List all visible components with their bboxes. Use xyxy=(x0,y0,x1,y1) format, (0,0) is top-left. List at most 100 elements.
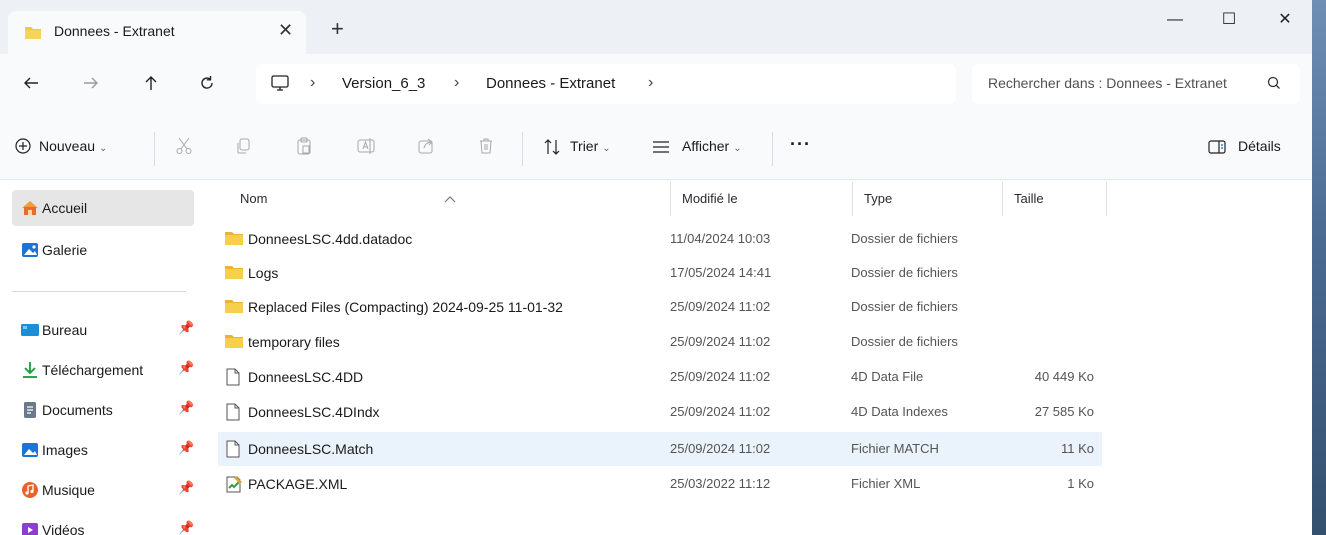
new-tab-button[interactable]: + xyxy=(331,18,344,40)
file-type: Dossier de fichiers xyxy=(851,265,958,280)
table-row[interactable]: DonneesLSC.4DD 25/09/2024 11:02 4D Data … xyxy=(218,360,1102,394)
column-header-size[interactable]: Taille xyxy=(1014,191,1044,206)
breadcrumb-separator: › xyxy=(310,74,316,91)
title-bar: Donnees - Extranet ✕ + — ☐ ✕ xyxy=(0,0,1312,54)
share-icon[interactable] xyxy=(416,136,436,159)
download-icon xyxy=(20,361,40,382)
toolbar-divider xyxy=(522,132,523,166)
pin-icon[interactable]: 📌 xyxy=(178,440,194,456)
file-size: 11 Ko xyxy=(1060,441,1094,456)
desktop-background xyxy=(1312,0,1326,535)
column-divider[interactable] xyxy=(670,182,671,216)
details-button[interactable]: Détails xyxy=(1238,138,1281,154)
file-list: Nom Modifié le Type Taille DonneesLSC.4d… xyxy=(206,180,1312,535)
column-header-type[interactable]: Type xyxy=(864,191,892,206)
search-icon[interactable] xyxy=(1266,74,1282,95)
file-name: Replaced Files (Compacting) 2024-09-25 1… xyxy=(248,299,563,315)
tab-title: Donnees - Extranet xyxy=(54,23,175,39)
up-arrow-icon[interactable] xyxy=(142,74,160,96)
sidebar-item-musique[interactable]: Musique 📌 xyxy=(12,472,194,508)
pin-icon[interactable]: 📌 xyxy=(178,480,194,496)
table-row[interactable]: DonneesLSC.4dd.datadoc 11/04/2024 10:03 … xyxy=(218,222,1102,256)
table-row[interactable]: PACKAGE.XML 25/03/2022 11:12 Fichier XML… xyxy=(218,467,1102,501)
more-options-button[interactable]: ··· xyxy=(790,134,811,155)
folder-icon xyxy=(224,298,244,317)
address-row: › Version_6_3 › Donnees - Extranet › Rec… xyxy=(0,54,1312,118)
file-name: PACKAGE.XML xyxy=(248,476,348,492)
file-modified: 11/04/2024 10:03 xyxy=(670,231,771,246)
images-icon xyxy=(20,441,40,462)
rename-icon[interactable] xyxy=(356,136,376,159)
column-header-modified[interactable]: Modifié le xyxy=(682,191,738,206)
file-modified: 17/05/2024 14:41 xyxy=(670,265,772,280)
maximize-button[interactable]: ☐ xyxy=(1206,4,1252,36)
sidebar-item-videos[interactable]: Vidéos 📌 xyxy=(12,512,194,535)
breadcrumb-item-donnees[interactable]: Donnees - Extranet xyxy=(486,75,615,92)
computer-icon[interactable] xyxy=(270,74,290,96)
new-plus-icon[interactable] xyxy=(14,137,32,158)
sidebar-item-telechargement[interactable]: Téléchargement 📌 xyxy=(12,352,194,388)
column-divider[interactable] xyxy=(852,182,853,216)
file-modified: 25/09/2024 11:02 xyxy=(670,404,771,419)
close-button[interactable]: ✕ xyxy=(1262,4,1308,36)
pin-icon[interactable]: 📌 xyxy=(178,400,194,416)
navigation-pane: Accueil Galerie Bureau 📌 Téléchargement … xyxy=(0,180,206,535)
back-arrow-icon[interactable] xyxy=(22,74,40,96)
pin-icon[interactable]: 📌 xyxy=(178,520,194,535)
sidebar-item-label: Galerie xyxy=(42,242,88,258)
forward-arrow-icon[interactable] xyxy=(82,74,100,96)
sidebar-item-documents[interactable]: Documents 📌 xyxy=(12,392,194,428)
sidebar-item-accueil[interactable]: Accueil xyxy=(12,190,194,226)
sidebar-item-label: Téléchargement xyxy=(42,362,144,378)
file-size: 40 449 Ko xyxy=(1034,369,1094,384)
sidebar-item-label: Vidéos xyxy=(42,522,85,535)
tab-donnees-extranet[interactable]: Donnees - Extranet ✕ xyxy=(8,11,306,54)
new-label: Nouveau xyxy=(39,138,96,154)
table-row[interactable]: DonneesLSC.4DIndx 25/09/2024 11:02 4D Da… xyxy=(218,395,1102,429)
table-row[interactable]: Replaced Files (Compacting) 2024-09-25 1… xyxy=(218,290,1102,324)
file-modified: 25/09/2024 11:02 xyxy=(670,441,771,456)
toolbar-divider xyxy=(154,132,155,166)
sort-button[interactable]: Trier ⌄ xyxy=(570,138,611,154)
table-row[interactable]: temporary files 25/09/2024 11:02 Dossier… xyxy=(218,325,1102,359)
new-button[interactable]: Nouveau ⌄ xyxy=(39,138,107,154)
folder-icon xyxy=(224,230,244,249)
column-header-row: Nom Modifié le Type Taille xyxy=(206,180,1312,220)
file-icon xyxy=(224,403,242,424)
column-divider[interactable] xyxy=(1106,182,1107,216)
paste-icon[interactable] xyxy=(294,136,314,159)
view-button[interactable]: Afficher ⌄ xyxy=(682,138,742,154)
delete-icon[interactable] xyxy=(476,136,496,159)
cut-icon[interactable] xyxy=(174,136,194,159)
copy-icon[interactable] xyxy=(234,136,254,159)
documents-icon xyxy=(20,401,40,422)
pin-icon[interactable]: 📌 xyxy=(178,320,194,336)
sort-icon[interactable] xyxy=(543,138,561,159)
minimize-button[interactable]: — xyxy=(1152,4,1198,36)
file-type: 4D Data File xyxy=(851,369,924,384)
table-row[interactable]: Logs 17/05/2024 14:41 Dossier de fichier… xyxy=(218,256,1102,290)
file-type: Fichier MATCH xyxy=(851,441,939,456)
sort-ascending-icon xyxy=(444,191,456,206)
file-modified: 25/09/2024 11:02 xyxy=(670,369,771,384)
sidebar-item-label: Accueil xyxy=(42,200,88,216)
sidebar-item-bureau[interactable]: Bureau 📌 xyxy=(12,312,194,348)
pin-icon[interactable]: 📌 xyxy=(178,360,194,376)
column-divider[interactable] xyxy=(1002,182,1003,216)
folder-icon xyxy=(24,24,42,43)
table-row[interactable]: DonneesLSC.Match 25/09/2024 11:02 Fichie… xyxy=(218,432,1102,466)
search-placeholder: Rechercher dans : Donnees - Extranet xyxy=(988,75,1227,91)
search-input[interactable]: Rechercher dans : Donnees - Extranet xyxy=(972,64,1300,104)
breadcrumb-separator[interactable]: › xyxy=(648,74,653,92)
sidebar-item-label: Documents xyxy=(42,402,113,418)
breadcrumb-item-version[interactable]: Version_6_3 xyxy=(342,75,425,92)
details-pane-icon[interactable] xyxy=(1208,139,1226,158)
breadcrumb[interactable]: › Version_6_3 › Donnees - Extranet › xyxy=(256,64,956,104)
view-lines-icon[interactable] xyxy=(652,140,670,157)
folder-icon xyxy=(224,264,244,283)
refresh-icon[interactable] xyxy=(198,74,216,96)
column-header-name[interactable]: Nom xyxy=(240,191,267,206)
sidebar-item-images[interactable]: Images 📌 xyxy=(12,432,194,468)
tab-close-icon[interactable]: ✕ xyxy=(278,20,293,40)
sidebar-item-galerie[interactable]: Galerie xyxy=(12,232,194,268)
